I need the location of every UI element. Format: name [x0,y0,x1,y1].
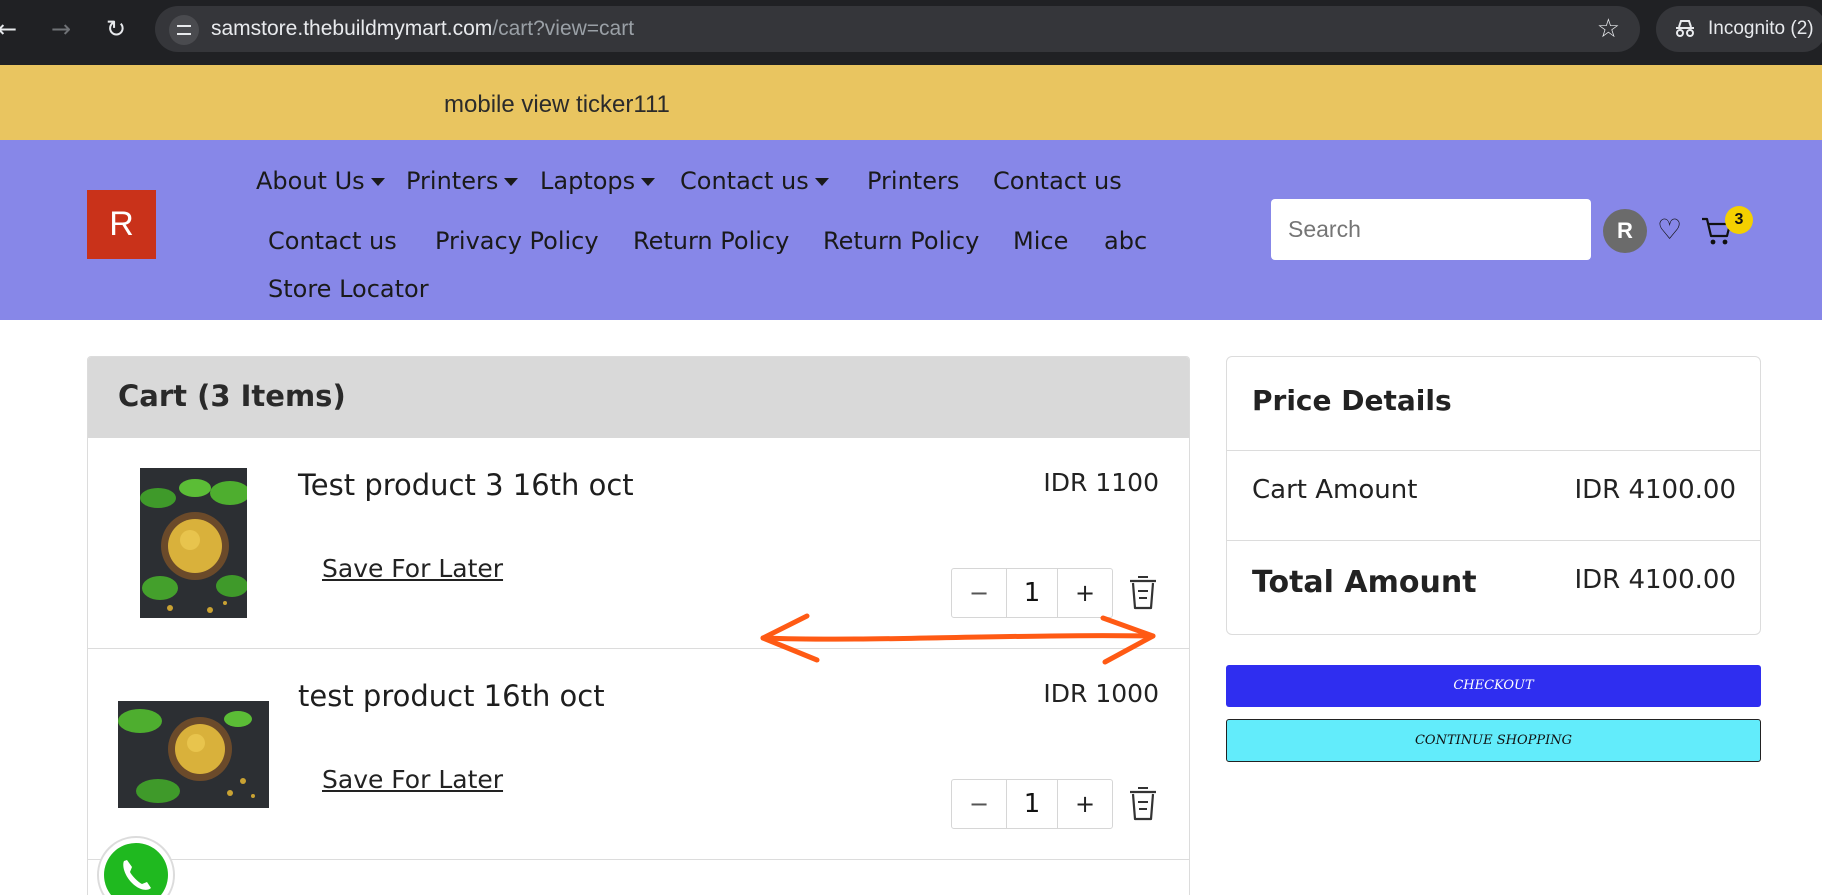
nav-mice[interactable]: Mice [1013,226,1068,256]
decrease-qty-button[interactable]: − [952,780,1006,828]
chevron-down-icon [814,178,829,186]
product-price: IDR 1100 [1043,468,1159,497]
nav-printers-dropdown[interactable]: Printers [406,166,519,196]
chevron-down-icon [370,178,385,186]
nav-store-locator[interactable]: Store Locator [268,274,429,304]
incognito-icon [1676,20,1694,37]
nav-privacy-policy[interactable]: Privacy Policy [435,226,599,256]
wishlist-heart-icon[interactable]: ♡ [1657,210,1682,250]
cart-item: test product 16th oct IDR 1000 Save For … [88,649,1189,860]
nav-laptops[interactable]: Laptops [540,166,656,196]
ticker-text: mobile view ticker111 [444,91,670,118]
increase-qty-button[interactable]: + [1058,569,1112,617]
avatar[interactable]: R [1603,209,1647,253]
cart-title: Cart (3 Items) [118,379,346,413]
quantity-stepper: − 1 + [951,779,1113,829]
bookmark-star-icon[interactable]: ☆ [1597,14,1620,44]
reload-icon[interactable]: ↻ [97,10,135,48]
chevron-down-icon [641,178,656,186]
save-for-later-link[interactable]: Save For Later [322,554,503,583]
nav-contact-us[interactable]: Contact us [993,166,1122,196]
product-price: IDR 1000 [1043,679,1159,708]
cart-amount-label: Cart Amount [1252,475,1418,505]
browser-toolbar: ← → ↻ samstore.thebuildmymart.com/cart?v… [0,0,1822,65]
store-logo[interactable]: R [87,190,156,259]
nav-abc[interactable]: abc [1104,226,1147,256]
divider [1227,450,1760,451]
decrease-qty-button[interactable]: − [952,569,1006,617]
annotation-double-arrow [760,613,1156,665]
cart-count-badge: 3 [1725,206,1753,234]
cart-amount-value: IDR 4100.00 [1574,475,1736,505]
nav-contact-us-dropdown[interactable]: Contact us [680,166,829,196]
address-bar[interactable]: samstore.thebuildmymart.com/cart?view=ca… [155,6,1640,52]
search-input[interactable] [1271,199,1591,260]
product-name[interactable]: test product 16th oct [298,679,605,713]
continue-shopping-button[interactable]: CONTINUE SHOPPING [1226,719,1761,762]
price-details-title: Price Details [1252,384,1452,417]
ticker-bar: mobile view ticker111 [0,65,1822,140]
back-icon[interactable]: ← [0,10,26,48]
cart-header: Cart (3 Items) [88,357,1189,438]
nav-return-policy-2[interactable]: Return Policy [823,226,979,256]
quantity-value[interactable]: 1 [1006,780,1058,828]
quantity-value[interactable]: 1 [1006,569,1058,617]
nav-return-policy[interactable]: Return Policy [633,226,789,256]
total-amount-label: Total Amount [1252,565,1477,600]
quantity-stepper: − 1 + [951,568,1113,618]
site-header: R About Us Printers Laptops Contact us P… [0,140,1822,320]
trash-icon[interactable] [1126,572,1160,612]
save-for-later-link[interactable]: Save For Later [322,765,503,794]
forward-icon[interactable]: → [42,10,80,48]
divider [1227,540,1760,541]
nav-about-us[interactable]: About Us [256,166,385,196]
checkout-button[interactable]: CHECKOUT [1226,665,1761,707]
total-amount-value: IDR 4100.00 [1574,565,1736,595]
price-details-panel: Price Details Cart Amount IDR 4100.00 To… [1226,356,1761,635]
incognito-label: Incognito (2) [1708,18,1814,39]
nav-printers[interactable]: Printers [867,166,959,196]
incognito-indicator[interactable]: Incognito (2) [1656,6,1822,52]
product-image[interactable] [140,468,247,618]
nav-contact-us-2[interactable]: Contact us [268,226,397,256]
whatsapp-icon[interactable] [96,835,176,895]
chevron-down-icon [504,178,519,186]
product-image[interactable] [118,701,269,808]
trash-icon[interactable] [1126,783,1160,823]
site-info-icon[interactable] [169,15,199,45]
product-name[interactable]: Test product 3 16th oct [298,468,634,502]
url-text[interactable]: samstore.thebuildmymart.com/cart?view=ca… [211,6,634,52]
increase-qty-button[interactable]: + [1058,780,1112,828]
